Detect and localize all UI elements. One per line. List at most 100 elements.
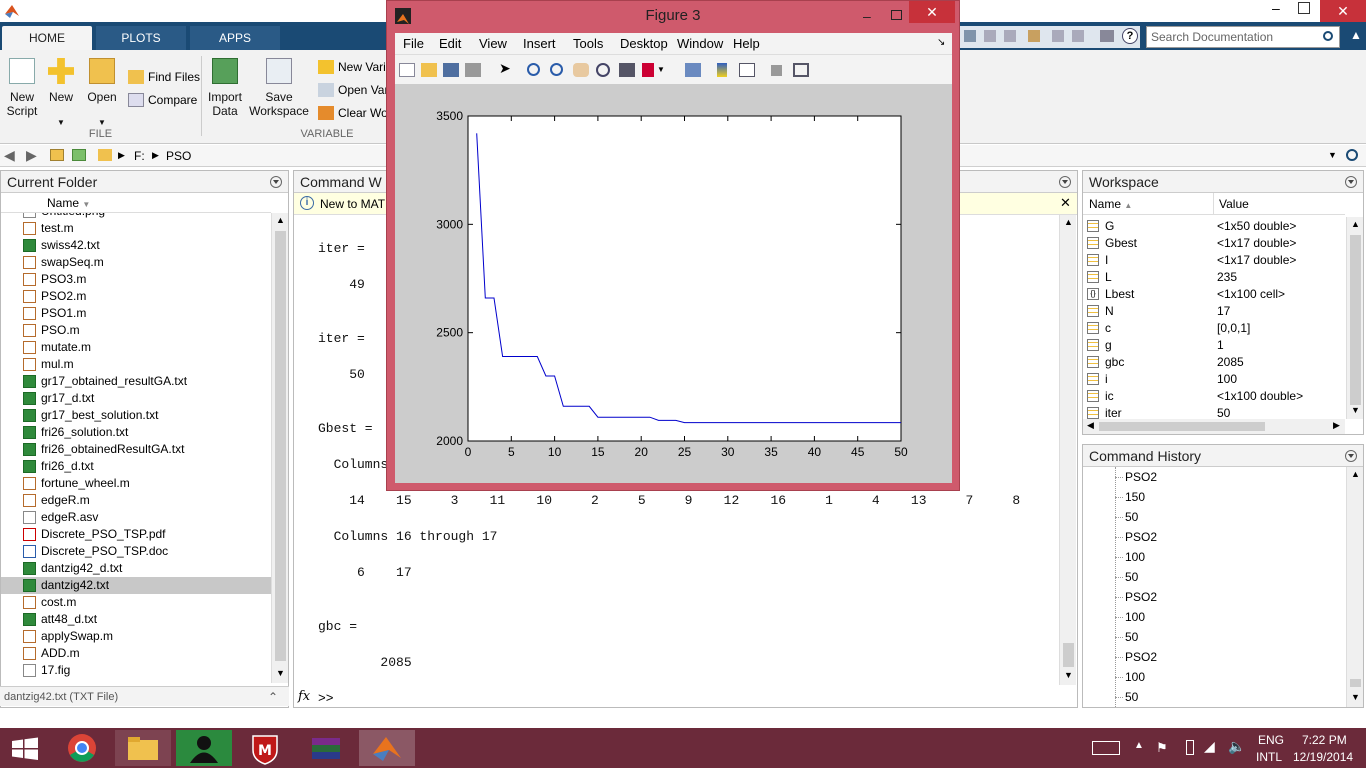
workspace-variable-row[interactable]: N 17 bbox=[1083, 303, 1345, 320]
scroll-down-icon[interactable]: ▼ bbox=[1064, 670, 1073, 680]
scroll-thumb[interactable] bbox=[1350, 235, 1361, 405]
file-list-item[interactable]: 17.fig bbox=[1, 662, 271, 679]
column-header-name[interactable]: Name ▼ bbox=[1, 193, 271, 213]
forward-arrow-icon[interactable]: ▶ bbox=[26, 147, 37, 164]
expand-ribbon-icon[interactable]: ▲ bbox=[1350, 28, 1362, 42]
scroll-up-icon[interactable]: ▲ bbox=[1351, 469, 1360, 479]
history-item[interactable]: 100 bbox=[1125, 607, 1145, 627]
help-icon[interactable]: ? bbox=[1122, 28, 1138, 44]
open-file-icon[interactable] bbox=[421, 63, 437, 77]
open-button[interactable]: Open ▼ bbox=[84, 58, 120, 127]
cut-icon[interactable] bbox=[984, 30, 996, 42]
action-center-icon[interactable]: ⚑ bbox=[1156, 740, 1168, 756]
figure-close-button[interactable]: ✕ bbox=[909, 1, 955, 23]
scroll-thumb[interactable] bbox=[275, 231, 286, 661]
figure-maximize-button[interactable] bbox=[891, 10, 902, 20]
language-code[interactable]: ENG bbox=[1258, 733, 1284, 747]
file-list-scrollbar[interactable]: ▲ ▼ bbox=[271, 213, 288, 683]
column-value-header[interactable]: Value bbox=[1219, 197, 1249, 211]
expand-details-icon[interactable]: ⌃ bbox=[268, 687, 278, 707]
workspace-variable-row[interactable]: I <1x17 double> bbox=[1083, 252, 1345, 269]
workspace-hscrollbar[interactable]: ◀ ▶ bbox=[1083, 419, 1345, 434]
new-variable-button[interactable]: New Varia bbox=[318, 57, 392, 77]
save-workspace-button[interactable]: Save Workspace bbox=[248, 58, 310, 118]
hide-plot-tools-icon[interactable] bbox=[771, 65, 782, 76]
file-list-item[interactable]: PSO.m bbox=[1, 322, 271, 339]
find-files-button[interactable]: Find Files bbox=[128, 67, 200, 87]
scroll-down-icon[interactable]: ▼ bbox=[1351, 692, 1360, 702]
file-list-item[interactable]: edgeR.asv bbox=[1, 509, 271, 526]
scroll-thumb[interactable] bbox=[1350, 679, 1361, 687]
history-item[interactable]: 50 bbox=[1125, 507, 1138, 527]
link-plot-icon[interactable] bbox=[685, 63, 701, 77]
scroll-right-icon[interactable]: ▶ bbox=[1333, 420, 1340, 431]
file-list-item[interactable]: cost.m bbox=[1, 594, 271, 611]
history-item[interactable]: PSO2 bbox=[1125, 467, 1157, 487]
info-banner-text[interactable]: New to MAT bbox=[320, 197, 385, 211]
rotate-3d-icon[interactable] bbox=[596, 63, 610, 77]
network-icon[interactable]: ◢ bbox=[1204, 738, 1215, 755]
history-item[interactable]: 50 bbox=[1125, 567, 1138, 587]
scroll-down-icon[interactable]: ▼ bbox=[1351, 405, 1360, 415]
history-item[interactable]: PSO2 bbox=[1125, 527, 1157, 547]
file-list-item[interactable]: applySwap.m bbox=[1, 628, 271, 645]
matlab-taskbar-icon[interactable] bbox=[359, 730, 415, 766]
redo-icon[interactable] bbox=[1072, 30, 1084, 42]
file-list-item[interactable]: PSO1.m bbox=[1, 305, 271, 322]
keyboard-icon[interactable] bbox=[1092, 741, 1120, 755]
brush-icon[interactable] bbox=[642, 63, 654, 77]
chrome-icon[interactable] bbox=[54, 730, 110, 766]
save-icon[interactable] bbox=[964, 30, 976, 42]
file-list-item[interactable]: edgeR.m bbox=[1, 492, 271, 509]
file-list-item[interactable]: fri26_obtainedResultGA.txt bbox=[1, 441, 271, 458]
panel-menu-icon[interactable] bbox=[270, 176, 282, 188]
menu-overflow-icon[interactable]: ↘ bbox=[937, 37, 945, 48]
show-hidden-icons[interactable]: ▲ bbox=[1134, 740, 1144, 751]
file-list-item[interactable]: PSO3.m bbox=[1, 271, 271, 288]
command-prompt[interactable]: >> bbox=[318, 691, 334, 706]
path-folder[interactable]: PSO bbox=[166, 149, 191, 163]
workspace-variable-row[interactable]: Gbest <1x17 double> bbox=[1083, 235, 1345, 252]
workspace-variable-row[interactable]: L 235 bbox=[1083, 269, 1345, 286]
tab-plots[interactable]: PLOTS bbox=[96, 26, 186, 50]
volume-icon[interactable]: 🔈 bbox=[1228, 738, 1245, 755]
back-arrow-icon[interactable]: ◀ bbox=[4, 147, 15, 164]
file-list-item[interactable]: gr17_obtained_resultGA.txt bbox=[1, 373, 271, 390]
workspace-variable-row[interactable]: c [0,0,1] bbox=[1083, 320, 1345, 337]
workspace-variable-row[interactable]: G <1x50 double> bbox=[1083, 218, 1345, 235]
winrar-icon[interactable] bbox=[298, 730, 354, 766]
history-item[interactable]: 100 bbox=[1125, 667, 1145, 687]
file-list-item[interactable]: Discrete_PSO_TSP.doc bbox=[1, 543, 271, 560]
file-list-item[interactable]: Discrete_PSO_TSP.pdf bbox=[1, 526, 271, 543]
open-variable-button[interactable]: Open Vari bbox=[318, 80, 391, 100]
search-box[interactable]: Search Documentation bbox=[1146, 26, 1340, 48]
battery-icon[interactable] bbox=[1186, 740, 1194, 755]
search-input[interactable]: Search Documentation bbox=[1151, 30, 1273, 44]
scroll-down-icon[interactable]: ▼ bbox=[276, 668, 285, 678]
figure-menu-help[interactable]: Help bbox=[733, 36, 760, 51]
panel-menu-icon[interactable] bbox=[1345, 176, 1357, 188]
history-item[interactable]: PSO2 bbox=[1125, 647, 1157, 667]
figure-menu-view[interactable]: View bbox=[479, 36, 507, 51]
file-list-item[interactable]: fri26_solution.txt bbox=[1, 424, 271, 441]
file-list-item[interactable]: mul.m bbox=[1, 356, 271, 373]
show-plot-tools-icon[interactable] bbox=[793, 63, 809, 77]
start-button[interactable] bbox=[0, 730, 50, 766]
file-list-item[interactable]: dantzig42.txt bbox=[1, 577, 271, 594]
history-item[interactable]: 50 bbox=[1125, 627, 1138, 647]
history-item[interactable]: PSO2 bbox=[1125, 587, 1157, 607]
browse-folder-icon[interactable] bbox=[72, 149, 86, 161]
function-browser-icon[interactable]: fx bbox=[298, 689, 310, 704]
data-cursor-icon[interactable] bbox=[619, 63, 635, 77]
file-list-item[interactable]: gr17_d.txt bbox=[1, 390, 271, 407]
workspace-variable-row[interactable]: gbc 2085 bbox=[1083, 354, 1345, 371]
new-figure-icon[interactable] bbox=[399, 63, 415, 77]
panel-menu-icon[interactable] bbox=[1059, 176, 1071, 188]
legend-icon[interactable] bbox=[739, 63, 755, 77]
search-icon[interactable] bbox=[1323, 31, 1333, 41]
workspace-variable-row[interactable]: iter 50 bbox=[1083, 405, 1345, 419]
close-banner-icon[interactable]: ✕ bbox=[1060, 195, 1071, 211]
close-button[interactable]: ✕ bbox=[1320, 0, 1366, 22]
tab-home[interactable]: HOME bbox=[2, 26, 92, 50]
scroll-thumb[interactable] bbox=[1099, 422, 1265, 431]
